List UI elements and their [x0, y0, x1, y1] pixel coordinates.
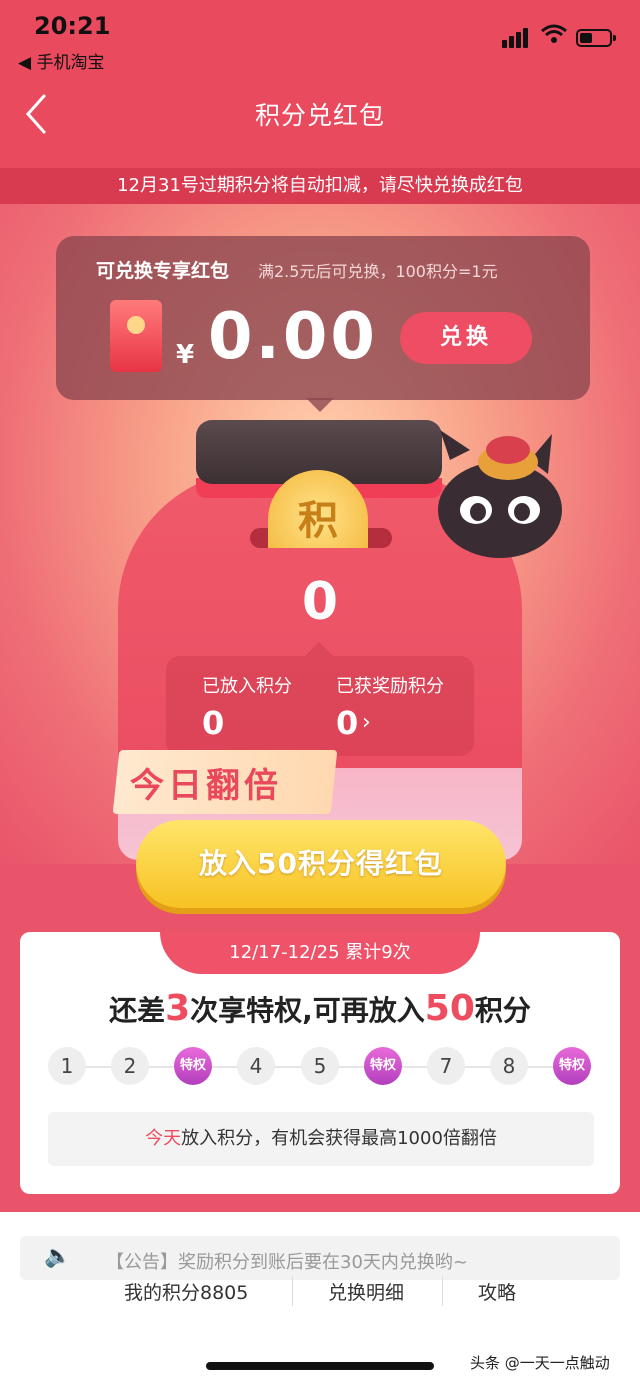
page-title: 积分兑红包: [254, 101, 385, 130]
signal-icon: [502, 28, 530, 48]
wifi-icon: [541, 24, 567, 43]
back-to-app-link[interactable]: ◀ 手机淘宝: [18, 48, 104, 73]
headline-mid: 次享特权,可再放入: [190, 994, 425, 1027]
deposited-value: 0: [202, 704, 225, 742]
reward-value[interactable]: 0: [336, 704, 358, 742]
step-8: 8: [490, 1047, 528, 1085]
my-points-link[interactable]: 我的积分8805: [124, 1278, 248, 1305]
exchange-card-title: 可兑换专享红包: [96, 260, 230, 282]
tip-highlight: 今天: [145, 1128, 182, 1149]
deposit-button[interactable]: 放入50积分得红包: [136, 820, 506, 908]
exchange-button[interactable]: 兑换: [400, 312, 532, 364]
envelope-amount: 0.00: [208, 300, 378, 374]
step-7: 7: [427, 1047, 465, 1085]
expiry-notice: 12月31号过期积分将自动扣减，请尽快兑换成红包: [0, 168, 640, 204]
home-indicator[interactable]: [206, 1362, 434, 1370]
tip-text: 放入积分，有机会获得最高1000倍翻倍: [181, 1128, 497, 1149]
double-tip: 今天放入积分，有机会获得最高1000倍翻倍: [48, 1112, 594, 1166]
chevron-right-icon[interactable]: ›: [362, 710, 371, 735]
headline-points: 50: [424, 988, 475, 1029]
coin-label: 积: [298, 498, 338, 544]
step-1: 1: [48, 1047, 86, 1085]
step-4: 4: [237, 1047, 275, 1085]
exchange-detail-link[interactable]: 兑换明细: [328, 1278, 404, 1305]
progress-headline: 还差3次享特权,可再放入50积分: [20, 988, 620, 1029]
currency-symbol: ¥: [176, 340, 195, 370]
status-time: 20:21: [34, 12, 111, 40]
exchange-card-subtitle: 满2.5元后可兑换，100积分=1元: [258, 262, 498, 281]
step-privilege-6: 特权: [364, 1047, 402, 1085]
headline-post: 积分: [474, 994, 531, 1027]
jar-points: 0: [301, 572, 339, 632]
step-5: 5: [301, 1047, 339, 1085]
tmall-cat-icon: [438, 430, 562, 558]
double-ribbon-text: 今日翻倍: [130, 766, 282, 806]
red-envelope-icon: [110, 300, 162, 372]
headline-count: 3: [165, 988, 191, 1029]
step-privilege-9: 特权: [553, 1047, 591, 1085]
exchange-card-pointer: [306, 398, 334, 412]
points-box-notch: [305, 642, 333, 656]
footer-divider: [292, 1276, 293, 1306]
deposited-label: 已放入积分: [202, 676, 292, 697]
guide-link[interactable]: 攻略: [478, 1278, 516, 1305]
speaker-icon: 🔈: [44, 1244, 72, 1269]
step-privilege-3: 特权: [174, 1047, 212, 1085]
step-2: 2: [111, 1047, 149, 1085]
footer-divider: [442, 1276, 443, 1306]
announcement-text[interactable]: 【公告】奖励积分到账后要在30天内兑换哟~: [106, 1248, 468, 1274]
reward-label[interactable]: 已获奖励积分: [336, 672, 444, 698]
watermark: 头条 @一天一点触动: [470, 1354, 610, 1372]
period-tab: 12/17-12/25 累计9次: [160, 932, 480, 974]
battery-icon: [576, 29, 616, 47]
headline-pre: 还差: [109, 994, 166, 1027]
